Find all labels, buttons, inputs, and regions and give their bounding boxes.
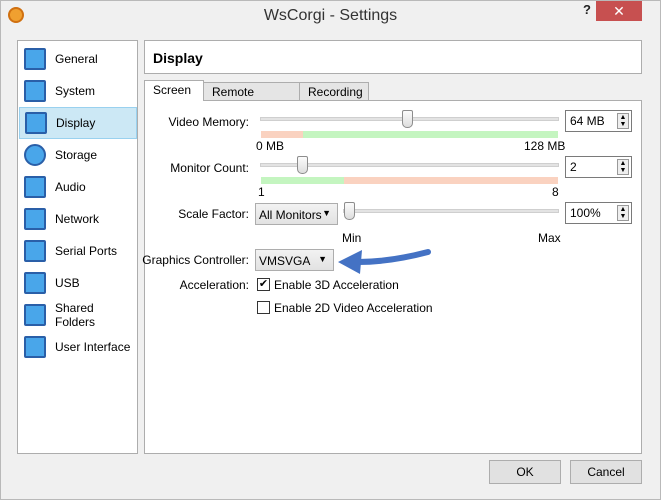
video-memory-max: 128 MB <box>524 139 566 153</box>
sidebar-item-label: System <box>55 84 96 98</box>
video-memory-label: Video Memory: <box>168 115 249 129</box>
video-memory-handle[interactable] <box>402 110 413 128</box>
chip-icon <box>24 80 46 102</box>
select-value: All Monitors <box>259 208 322 222</box>
video-memory-min: 0 MB <box>256 139 285 153</box>
network-icon <box>24 208 46 230</box>
sidebar-item-label: User Interface <box>55 340 131 354</box>
tab-remote-display[interactable]: Remote Display <box>203 82 300 113</box>
monitor-count-max: 8 <box>552 185 559 199</box>
spin-arrows-icon[interactable]: ▲ ▼ <box>617 113 629 129</box>
enable-2d-checkbox[interactable] <box>257 301 270 314</box>
sidebar-item-user-interface[interactable]: User Interface <box>19 331 137 363</box>
sidebar-item-label: Serial Ports <box>55 244 118 258</box>
sidebar-item-serial-ports[interactable]: Serial Ports <box>19 235 137 267</box>
enable-2d-label[interactable]: Enable 2D Video Acceleration <box>274 301 433 315</box>
range-ok <box>261 177 344 184</box>
scale-factor-max: Max <box>538 231 561 245</box>
range-bad <box>344 177 558 184</box>
ok-button[interactable]: OK <box>489 460 561 484</box>
sidebar-item-storage[interactable]: Storage <box>19 139 137 171</box>
graphics-controller-label: Graphics Controller: <box>142 253 249 267</box>
sidebar-item-usb[interactable]: USB <box>19 267 137 299</box>
page-title: Display <box>144 40 642 74</box>
video-memory-spinbox[interactable]: 64 MB ▲ ▼ <box>565 110 632 132</box>
sidebar-item-label: USB <box>55 276 80 290</box>
scale-factor-handle[interactable] <box>344 202 355 220</box>
sidebar-item-network[interactable]: Network <box>19 203 137 235</box>
sidebar-item-label: Shared Folders <box>54 301 95 329</box>
sidebar-item-display[interactable]: Display <box>19 107 137 139</box>
graphics-controller-select[interactable]: VMSVGA ▼ <box>255 249 334 271</box>
select-value: VMSVGA <box>259 254 311 268</box>
sidebar-item-system[interactable]: System <box>19 75 137 107</box>
scale-factor-label: Scale Factor: <box>178 207 249 221</box>
usb-icon <box>24 272 46 294</box>
enable-3d-label[interactable]: Enable 3D Acceleration <box>274 278 399 292</box>
chevron-down-icon: ▼ <box>318 254 327 264</box>
tab-screen[interactable]: Screen <box>144 80 204 101</box>
monitor-count-handle[interactable] <box>297 156 308 174</box>
monitor-count-label: Monitor Count: <box>170 161 249 175</box>
enable-3d-checkbox[interactable]: ✔ <box>257 278 270 291</box>
sidebar-item-label: Audio <box>55 180 86 194</box>
sidebar-item-audio[interactable]: Audio <box>19 171 137 203</box>
sidebar-item-label: Display <box>56 116 96 130</box>
monitor-count-spinbox[interactable]: 2 ▲ ▼ <box>565 156 632 178</box>
monitor-icon <box>24 48 46 70</box>
scale-factor-slider[interactable] <box>343 209 559 213</box>
sidebar: General System Display Storage Audio Net… <box>17 40 138 454</box>
serial-port-icon <box>24 240 46 262</box>
sidebar-item-label: General <box>55 52 98 66</box>
tab-recording[interactable]: Recording <box>299 82 369 101</box>
help-button[interactable]: ? <box>583 2 591 17</box>
tab-content <box>144 100 642 454</box>
folder-icon <box>24 304 46 326</box>
spin-arrows-icon[interactable]: ▲ ▼ <box>617 159 629 175</box>
cancel-button[interactable]: Cancel <box>570 460 642 484</box>
sidebar-item-shared-folders[interactable]: Shared Folders <box>19 299 137 331</box>
chevron-down-icon: ▼ <box>322 208 331 218</box>
acceleration-label: Acceleration: <box>179 278 249 292</box>
arrow-annotation-icon <box>338 249 431 274</box>
window-title: WsCorgi - Settings <box>263 7 398 24</box>
range-ok <box>303 131 558 138</box>
scale-factor-spinbox[interactable]: 100% ▲ ▼ <box>565 202 632 224</box>
spin-value: 64 MB <box>570 114 605 128</box>
speaker-icon <box>24 176 46 198</box>
range-bad <box>261 131 303 138</box>
spin-value: 100% <box>570 206 601 220</box>
spin-value: 2 <box>570 160 577 174</box>
sidebar-item-label: Network <box>55 212 100 226</box>
disk-icon <box>24 144 46 166</box>
monitor-select[interactable]: All Monitors ▼ <box>255 203 338 225</box>
sidebar-item-general[interactable]: General <box>19 43 137 75</box>
close-button[interactable]: ✕ <box>596 1 642 21</box>
sidebar-item-label: Storage <box>55 148 98 162</box>
display-icon <box>25 112 47 134</box>
window-icon <box>24 336 46 358</box>
spin-arrows-icon[interactable]: ▲ ▼ <box>617 205 629 221</box>
monitor-count-min: 1 <box>258 185 265 199</box>
